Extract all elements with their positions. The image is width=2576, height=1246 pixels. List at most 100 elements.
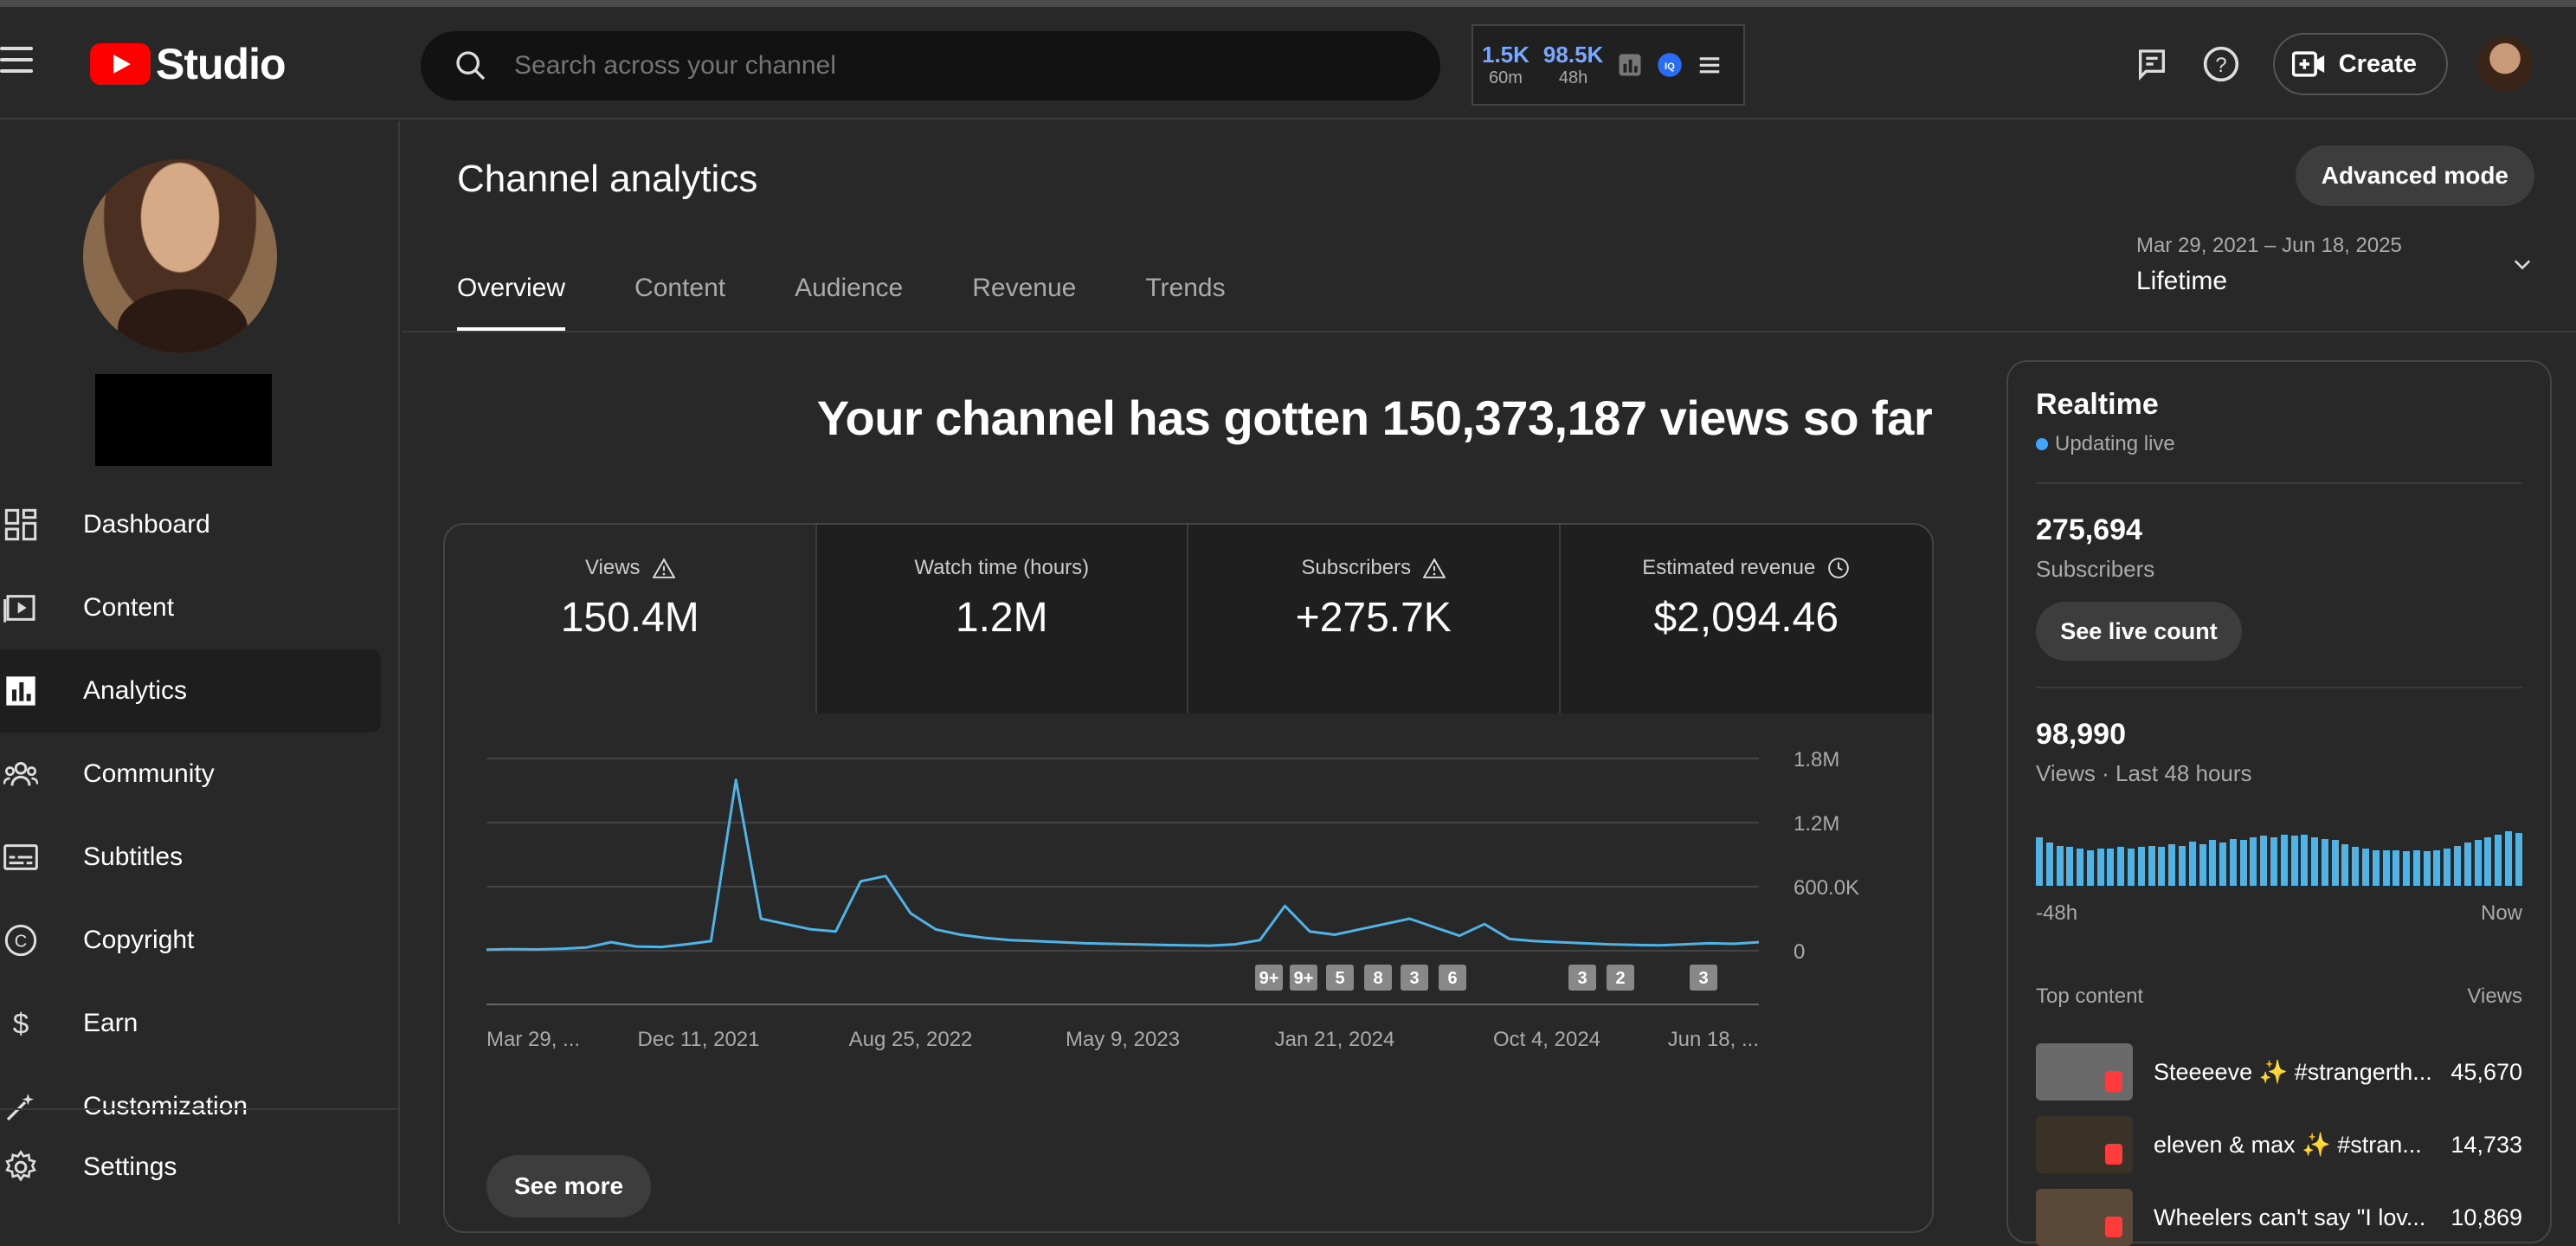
account-avatar[interactable]: [2477, 36, 2533, 92]
sidebar-item-label: Subtitles: [83, 843, 184, 871]
top-content-item[interactable]: Steeeeve ✨ #strangerth... 45,670: [2036, 1043, 2522, 1101]
realtime-bar: [2066, 847, 2074, 886]
kpi-label: Estimated revenue: [1642, 556, 1850, 580]
realtime-bar: [2372, 850, 2380, 886]
sidebar-item-subtitles[interactable]: Subtitles: [0, 816, 381, 899]
tab-trends[interactable]: Trends: [1145, 274, 1225, 331]
x-tick-label: May 9, 2023: [1066, 1028, 1180, 1051]
sidebar-item-content[interactable]: Content: [0, 566, 381, 649]
annotation-label: 2: [1615, 969, 1625, 988]
sidebar-item-dashboard[interactable]: Dashboard: [0, 483, 381, 566]
realtime-bar: [2352, 847, 2360, 886]
stat-60m-value: 1.5K: [1482, 42, 1530, 68]
kpi-row: Views 150.4M Watch time (hours) 1.2M Sub…: [445, 525, 1932, 713]
realtime-bar: [2077, 849, 2084, 886]
top-bar: Studio 1.5K 60m 98.5K 48h IQ ? Create: [0, 7, 2576, 119]
realtime-views-label: Views · Last 48 hours: [2036, 760, 2252, 786]
realtime-bar: [2392, 850, 2400, 886]
kpi-views[interactable]: Views 150.4M: [445, 525, 817, 713]
video-title: Steeeeve ✨ #strangerth...: [2154, 1059, 2431, 1085]
stats-widget[interactable]: 1.5K 60m 98.5K 48h IQ: [1472, 24, 1745, 106]
realtime-panel: Realtime Updating live 275,694 Subscribe…: [2006, 360, 2552, 1246]
realtime-title: Realtime: [2036, 388, 2159, 421]
kpi-value: +275.7K: [1295, 595, 1452, 641]
top-content-item[interactable]: Wheelers can't say "I lov... 10,869: [2036, 1189, 2522, 1246]
help-button[interactable]: ?: [2186, 29, 2256, 99]
tab-overview[interactable]: Overview: [457, 274, 566, 331]
see-live-count-button[interactable]: See live count: [2036, 602, 2242, 661]
search-input[interactable]: [514, 51, 1293, 81]
realtime-bar: [2403, 851, 2411, 886]
see-more-button[interactable]: See more: [486, 1155, 652, 1217]
kpi-revenue[interactable]: Estimated revenue $2,094.46: [1560, 525, 1932, 713]
bar-chart-icon[interactable]: [1617, 52, 1643, 78]
page-title: Channel analytics: [457, 158, 758, 200]
kpi-subscribers[interactable]: Subscribers +275.7K: [1188, 525, 1561, 713]
kpi-watch-time[interactable]: Watch time (hours) 1.2M: [816, 525, 1188, 713]
sidebar-item-label: Copyright: [83, 926, 195, 954]
sidebar-item-settings[interactable]: Settings: [0, 1108, 400, 1224]
list-menu-icon[interactable]: [1697, 52, 1723, 78]
stat-48h-period: 48h: [1558, 68, 1588, 87]
realtime-subscribers-count: 275,694: [2036, 513, 2142, 546]
channel-avatar[interactable]: [83, 159, 277, 353]
realtime-bar: [2209, 840, 2217, 886]
stat-48h-value: 98.5K: [1542, 42, 1604, 68]
sidebar-item-label: Analytics: [83, 676, 188, 705]
annotation-label: 8: [1373, 969, 1382, 988]
annotation-label: 3: [1409, 969, 1419, 988]
sidebar-item-analytics[interactable]: Analytics: [0, 649, 381, 733]
sidebar-item-earn[interactable]: $ Earn: [0, 982, 381, 1065]
realtime-subscribers-label: Subscribers: [2036, 556, 2155, 582]
sidebar-item-community[interactable]: Community: [0, 733, 381, 816]
realtime-bar: [2444, 849, 2451, 886]
dashboard-icon: [4, 508, 37, 541]
tab-content[interactable]: Content: [634, 274, 725, 331]
y-tick-label: 1.8M: [1794, 748, 1839, 771]
axis-start-label: -48h: [2036, 901, 2078, 925]
window-top-strip: [0, 0, 2576, 7]
tab-audience[interactable]: Audience: [795, 274, 903, 331]
annotation-label: 9+: [1259, 969, 1279, 988]
annotation-label: 9+: [1294, 969, 1314, 988]
create-label: Create: [2338, 49, 2417, 78]
video-views: 14,733: [2450, 1131, 2522, 1158]
annotation-label: 3: [1698, 969, 1708, 988]
shorts-icon: [2105, 1071, 2122, 1092]
content-icon: [3, 595, 35, 623]
sidebar: Dashboard Content Analytics Community Su…: [0, 121, 400, 1224]
tab-revenue[interactable]: Revenue: [972, 274, 1076, 331]
video-views: 45,670: [2450, 1058, 2522, 1085]
sidebar-nav: Dashboard Content Analytics Community Su…: [0, 483, 381, 1148]
realtime-bar: [2086, 850, 2094, 886]
kpi-label: Subscribers: [1301, 556, 1446, 580]
kpi-value: $2,094.46: [1653, 595, 1839, 641]
top-content-label: Top content: [2036, 985, 2144, 1008]
create-button[interactable]: Create: [2272, 33, 2448, 95]
annotation-label: 5: [1335, 969, 1344, 988]
x-tick-label: Jan 21, 2024: [1275, 1028, 1395, 1051]
menu-icon[interactable]: [0, 47, 40, 81]
realtime-bar: [2433, 850, 2441, 886]
search-bar[interactable]: [421, 31, 1440, 100]
divider: [2036, 687, 2522, 688]
realtime-bar: [2229, 839, 2237, 886]
video-title: Wheelers can't say "I lov...: [2154, 1204, 2426, 1230]
extension-iq-icon[interactable]: IQ: [1657, 52, 1683, 78]
svg-text:?: ?: [2215, 54, 2226, 77]
date-range-selector[interactable]: Mar 29, 2021 – Jun 18, 2025 Lifetime: [2136, 234, 2534, 296]
realtime-bar: [2148, 846, 2155, 886]
stat-60m: 1.5K 60m: [1482, 42, 1530, 88]
kpi-label-text: Estimated revenue: [1642, 556, 1816, 579]
sidebar-item-copyright[interactable]: C Copyright: [0, 899, 381, 982]
feedback-button[interactable]: [2117, 29, 2186, 99]
subtitles-icon: [3, 844, 38, 870]
stat-48h: 98.5K 48h: [1543, 42, 1603, 88]
advanced-mode-button[interactable]: Advanced mode: [2295, 145, 2534, 206]
studio-logo[interactable]: Studio: [90, 38, 287, 90]
date-range-text: Mar 29, 2021 – Jun 18, 2025: [2136, 234, 2402, 257]
realtime-bar: [2239, 840, 2247, 886]
realtime-bar: [2056, 846, 2064, 886]
x-tick-label: Aug 25, 2022: [849, 1028, 973, 1051]
top-content-item[interactable]: eleven & max ✨ #stran... 14,733: [2036, 1116, 2522, 1173]
